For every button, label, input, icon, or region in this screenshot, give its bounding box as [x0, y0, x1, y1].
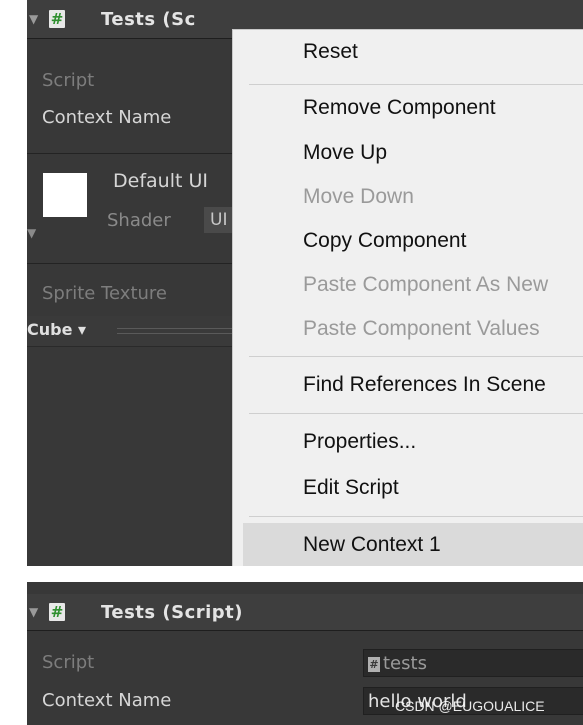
menu-item-copy-component[interactable]: Copy Component	[303, 229, 466, 253]
menu-item-reset[interactable]: Reset	[303, 40, 358, 64]
menu-separator	[249, 413, 583, 414]
shader-label: Shader	[107, 210, 171, 231]
foldout-arrow-icon[interactable]: ▼	[29, 605, 47, 619]
material-name: Default UI	[113, 170, 208, 192]
material-preview-swatch[interactable]	[43, 173, 87, 217]
menu-item-move-up[interactable]: Move Up	[303, 141, 387, 165]
sprite-texture-label: Sprite Texture	[42, 283, 167, 304]
script-label: Script	[42, 70, 95, 91]
inspector-panel-top: ▼ # Tests (Sc Script Context Name Defaul…	[27, 0, 583, 566]
context-name-label: Context Name	[42, 690, 172, 711]
component-title: Tests (Script)	[101, 601, 244, 623]
menu-item-edit-script[interactable]: Edit Script	[303, 476, 399, 500]
inspector-panel-bottom: ▼ # Tests (Script) Script # tests Context…	[27, 582, 583, 725]
component-header[interactable]: ▼ # Tests (Script)	[27, 594, 583, 631]
menu-item-new-context-1[interactable]: New Context 1	[303, 533, 441, 557]
csharp-script-icon: #	[49, 603, 65, 621]
script-value: tests	[383, 653, 427, 674]
foldout-arrow-icon[interactable]: ▼	[29, 12, 47, 26]
csharp-script-icon: #	[49, 10, 65, 28]
script-object-field[interactable]: # tests	[363, 649, 583, 677]
menu-separator	[249, 356, 583, 357]
preview-mesh-dropdown[interactable]: Cube ▾	[27, 320, 86, 339]
context-name-label: Context Name	[42, 107, 172, 128]
menu-item-paste-as-new[interactable]: Paste Component As New	[303, 273, 548, 297]
menu-separator	[249, 516, 583, 517]
menu-separator	[249, 84, 583, 85]
menu-item-paste-values[interactable]: Paste Component Values	[303, 317, 540, 341]
script-label: Script	[42, 652, 95, 673]
menu-item-find-references[interactable]: Find References In Scene	[303, 373, 546, 397]
context-menu: Reset Remove Component Move Up Move Down…	[232, 29, 583, 566]
component-title: Tests (Sc	[101, 8, 196, 30]
menu-item-remove-component[interactable]: Remove Component	[303, 96, 496, 120]
menu-item-move-down[interactable]: Move Down	[303, 185, 414, 209]
material-foldout-icon[interactable]: ▼	[27, 226, 36, 240]
script-file-icon: #	[368, 656, 380, 672]
menu-item-properties[interactable]: Properties...	[303, 430, 416, 454]
watermark: CSDN @EUGOUALICE	[395, 698, 545, 714]
